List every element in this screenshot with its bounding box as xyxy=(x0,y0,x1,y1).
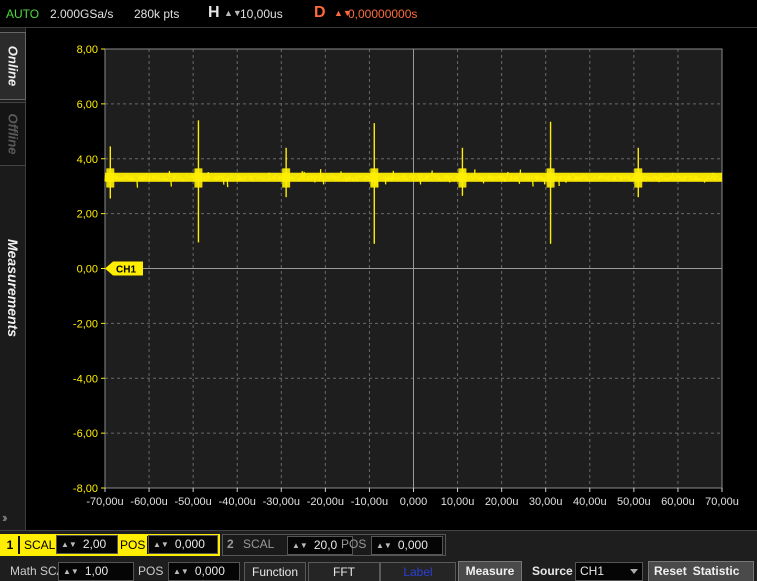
ch1-pos-label: POS xyxy=(118,536,148,554)
tab-online-label: Online xyxy=(5,45,20,87)
ch1-scal-label: SCAL xyxy=(20,536,60,554)
ch1-controls[interactable]: 1 SCAL ▲▼ 2,00 POS ▲▼ 0,000 xyxy=(0,534,220,556)
ch1-scale-field[interactable]: ▲▼ 2,00 xyxy=(56,535,118,554)
ch1-spike-ring xyxy=(370,168,379,188)
statistic-label: Statistic xyxy=(692,564,740,578)
ch2-position-value: 0,000 xyxy=(397,538,428,552)
updown-icon[interactable]: ▲▼ xyxy=(376,541,392,550)
horizontal-scale-value[interactable]: 10,00us xyxy=(240,7,283,21)
ch1-position-field[interactable]: ▲▼ 0,000 xyxy=(148,535,218,554)
ch2-position-field[interactable]: ▲▼ 0,000 xyxy=(371,536,443,555)
x-tick-label: 20,00u xyxy=(485,496,519,508)
horizontal-label: H xyxy=(208,4,220,21)
y-tick-label: 0,00 xyxy=(77,264,98,276)
ch2-scale-value: 20,0 xyxy=(313,538,338,552)
x-tick-label: 60,00u xyxy=(661,496,695,508)
updown-icon[interactable]: ▲▼ xyxy=(63,567,79,576)
control-panel: 1 SCAL ▲▼ 2,00 POS ▲▼ 0,000 2 SCAL ▲▼ 20,0 … xyxy=(0,530,757,581)
math-position-field[interactable]: ▲▼ 0,000 xyxy=(168,562,240,581)
x-tick-label: 0,000 xyxy=(400,496,428,508)
x-tick-label: 50,00u xyxy=(617,496,651,508)
y-tick-label: -2,00 xyxy=(73,318,98,330)
x-tick-label: -10,00u xyxy=(351,496,388,508)
x-tick-label: 40,00u xyxy=(573,496,607,508)
ch1-spike-ring xyxy=(282,168,291,188)
ch1-spike-ring xyxy=(106,168,115,188)
x-tick-label: -30,00u xyxy=(263,496,300,508)
y-tick-label: -6,00 xyxy=(73,428,98,440)
label-button[interactable]: Label xyxy=(380,562,456,581)
ch2-controls[interactable]: 2 SCAL ▲▼ 20,0 POS ▲▼ 0,000 xyxy=(222,534,446,556)
reset-label: Reset xyxy=(654,564,687,578)
updown-icon[interactable]: ▲▼ xyxy=(173,567,189,576)
x-tick-label: -50,00u xyxy=(174,496,211,508)
math-scale-field[interactable]: ▲▼ 1,00 xyxy=(58,562,134,581)
updown-icon[interactable]: ▲▼ xyxy=(153,540,169,549)
measurements-label: Measurements xyxy=(5,238,21,338)
x-tick-label: 10,00u xyxy=(441,496,475,508)
ch1-marker-label: CH1 xyxy=(116,265,136,276)
x-tick-label: -60,00u xyxy=(130,496,167,508)
y-tick-label: 2,00 xyxy=(77,209,98,221)
double-chevron-right-icon[interactable]: ›› xyxy=(2,510,7,525)
ch1-spike-ring xyxy=(546,168,555,188)
ch2-number[interactable]: 2 xyxy=(227,537,234,551)
ch1-spike-ring xyxy=(458,168,467,188)
memory-depth: 280k pts xyxy=(134,7,180,21)
measurements-panel-toggle[interactable]: Measurements xyxy=(0,228,26,348)
function-button[interactable]: Function xyxy=(244,562,306,581)
y-tick-label: -4,00 xyxy=(73,373,98,385)
ch1-spike-ring xyxy=(194,168,203,188)
trigger-mode[interactable]: AUTO xyxy=(6,7,39,21)
x-tick-label: -20,00u xyxy=(307,496,344,508)
ch1-number[interactable]: 1 xyxy=(2,536,18,554)
math-position-value: 0,000 xyxy=(194,564,225,578)
source-select[interactable]: CH1 xyxy=(575,562,643,581)
tab-online[interactable]: Online xyxy=(0,32,26,100)
ch1-position-value: 0,000 xyxy=(174,537,205,551)
measure-button[interactable]: Measure xyxy=(458,561,522,581)
ch2-pos-label: POS xyxy=(341,537,367,551)
updown-icon[interactable]: ▲▼ xyxy=(61,540,77,549)
ch1-spike-ring xyxy=(634,168,643,188)
tab-offline[interactable]: Offline xyxy=(0,102,26,166)
y-tick-label: -8,00 xyxy=(73,483,98,495)
tab-offline-label: Offline xyxy=(5,113,20,155)
delay-value[interactable]: 0,00000000s xyxy=(348,7,417,21)
sample-rate: 2.000GSa/s xyxy=(50,7,114,21)
source-label: Source xyxy=(532,564,573,578)
x-tick-label: -40,00u xyxy=(219,496,256,508)
waveform-display[interactable]: 8,00 6,00 4,00 2,00 0,00 -2,00 -4,00 -6,00 -8,00… xyxy=(27,29,757,529)
x-tick-label: 30,00u xyxy=(529,496,563,508)
ch2-scal-label: SCAL xyxy=(243,537,275,551)
ch1-ground-marker[interactable]: CH1 xyxy=(105,261,143,276)
x-tick-label: 70,00u xyxy=(705,496,739,508)
fft-button[interactable]: FFT xyxy=(308,562,380,581)
sidebar: Online Offline Measurements ›› xyxy=(0,28,26,530)
math-scale-value: 1,00 xyxy=(84,564,109,578)
x-axis-ticks: -70,00u -60,00u -50,00u -40,00u -30,00u -20,0… xyxy=(86,488,739,508)
y-tick-label: 6,00 xyxy=(77,99,98,111)
ch1-scale-value: 2,00 xyxy=(82,537,107,551)
y-tick-label: 4,00 xyxy=(77,154,98,166)
y-axis-ticks: 8,00 6,00 4,00 2,00 0,00 -2,00 -4,00 -6,00 -8,00 xyxy=(73,44,105,495)
chevron-down-icon[interactable] xyxy=(630,569,638,574)
status-bar: AUTO 2.000GSa/s 280k pts H ▲▼ 10,00us D … xyxy=(0,0,757,28)
delay-label: D xyxy=(314,4,326,21)
reset-statistic-button[interactable]: Reset Statistic xyxy=(648,561,754,581)
updown-icon[interactable]: ▲▼ xyxy=(292,541,308,550)
math-pos-label: POS xyxy=(138,564,164,578)
source-value: CH1 xyxy=(580,564,605,578)
x-tick-label: -70,00u xyxy=(86,496,123,508)
y-tick-label: 8,00 xyxy=(77,44,98,56)
